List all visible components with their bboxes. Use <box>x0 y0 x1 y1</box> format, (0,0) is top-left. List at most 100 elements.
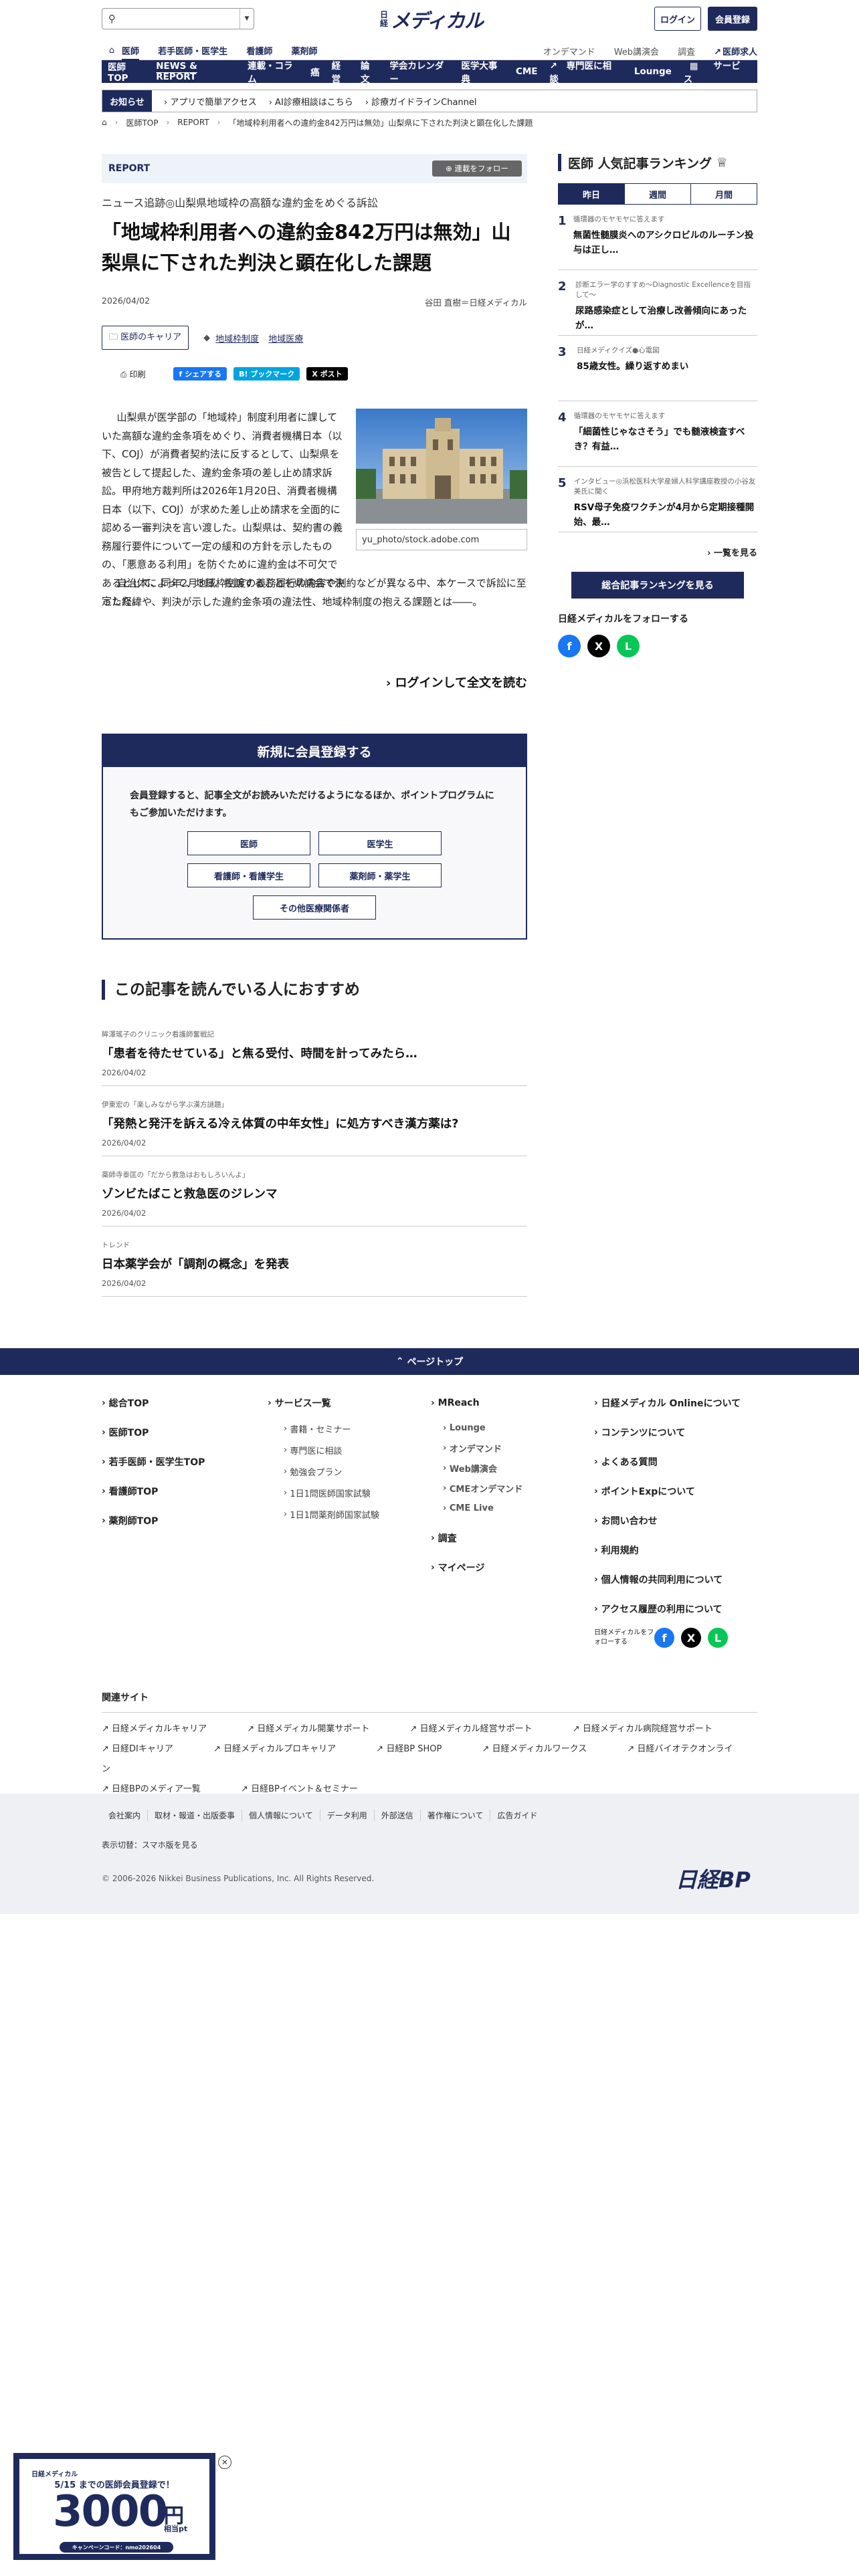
footer-link[interactable]: › 利用規約 <box>594 1535 741 1565</box>
list-item[interactable]: 眸澤瑤子のクリニック看護師奮戦記 「患者を待たせている」と焦る受付、時間を計って… <box>102 1016 527 1086</box>
bottom-link[interactable]: 広告ガイド <box>490 1810 544 1821</box>
breadcrumb-report[interactable]: REPORT <box>177 118 209 127</box>
display-switch-link[interactable]: 表示切替：スマホ版を見る <box>102 1839 198 1850</box>
campaign-banner[interactable]: 日経メディカル 5/15 までの医師会員登録で！ 3000 円 相当pt キャン… <box>13 2453 215 2560</box>
footer-link[interactable]: › お問い合わせ <box>594 1506 741 1535</box>
close-icon[interactable]: ✕ <box>218 2456 231 2469</box>
bottom-link[interactable]: 著作権について <box>419 1810 490 1821</box>
nav2-papers[interactable]: 論文 <box>355 58 383 85</box>
nav-doctor[interactable]: 医師 <box>122 47 140 61</box>
footer-link[interactable]: › MReach <box>431 1388 522 1418</box>
x-post-button[interactable]: X ポスト <box>306 367 348 381</box>
x-icon[interactable]: X <box>681 1628 701 1648</box>
line-icon[interactable]: L <box>617 635 640 657</box>
nav-pharmacist[interactable]: 薬剤師 <box>291 47 317 57</box>
nav-young-doctor[interactable]: 若手医師・医学生 <box>158 47 227 57</box>
search-input[interactable] <box>121 9 240 28</box>
related-link[interactable]: ↗ 日経DIキャリア <box>102 1744 192 1754</box>
related-link[interactable]: ↗ 日経BP SHOP <box>376 1744 460 1754</box>
ranking-item[interactable]: 3 日経メディクイズ●心電図 85歳女性。繰り返すめまい <box>558 336 757 401</box>
footer-link[interactable]: › 薬剤師TOP <box>102 1506 205 1535</box>
ranking-item[interactable]: 5 インタビュー◎浜松医科大学産婦人科学講座教授の小谷友美氏に聞く RSV母子免疫ワ… <box>558 467 757 532</box>
footer-link[interactable]: › 総合TOP <box>102 1388 205 1418</box>
rank-title[interactable]: RSV母子免疫ワクチンが4月から定期接種開始、最… <box>574 500 757 530</box>
search-box[interactable]: ⚲ ▼ <box>102 8 254 29</box>
list-item[interactable]: 薬師寺泰匡の「だから救急はおもしろいんよ」 ゾンビたばこと救急医のジレンマ 20… <box>102 1156 527 1226</box>
breadcrumb-doctor-top[interactable]: 医師TOP <box>126 117 158 128</box>
site-logo[interactable]: 日経 メディカル <box>377 5 484 33</box>
x-icon[interactable]: X <box>587 635 610 657</box>
ranking-item[interactable]: 4 循環器のモヤモヤに答えます 「細菌性じゃなさそう」でも髄液検査すべき？有益… <box>558 401 757 467</box>
tag-link[interactable]: 地域枠制度 <box>215 332 259 344</box>
tab-weekly[interactable]: 週間 <box>624 184 690 204</box>
footer-link[interactable]: › 日経メディカル Onlineについて <box>594 1388 741 1418</box>
list-item[interactable]: 伊東宏の「楽しみながら学ぶ漢方謎題」 「発熱と発汗を訴える冷え体質の中年女性」に… <box>102 1086 527 1156</box>
pagetop-button[interactable]: ⌃ ページトップ <box>0 1348 859 1375</box>
tab-yesterday[interactable]: 昨日 <box>559 184 624 204</box>
footer-sublink[interactable]: › 勉強会プラン <box>268 1461 379 1482</box>
nav-job[interactable]: ↗ 医師求人 <box>714 45 757 58</box>
facebook-icon[interactable]: f <box>558 635 581 657</box>
nav-survey[interactable]: 調査 <box>678 45 695 58</box>
footer-link[interactable]: › 若手医師・医学生TOP <box>102 1447 205 1477</box>
list-item[interactable]: トレンド 日本薬学会が「調剤の概念」を発表 2026/04/02 <box>102 1226 527 1297</box>
bottom-link[interactable]: 取材・報道・出版委事 <box>147 1810 242 1821</box>
register-pharmacist-button[interactable]: 薬剤師・薬学生 <box>318 863 442 887</box>
notice-ai[interactable]: › AI診療相談はこちら <box>269 95 353 108</box>
related-link[interactable]: ↗ 日経メディカルキャリア <box>102 1724 225 1734</box>
register-nurse-button[interactable]: 看護師・看護学生 <box>187 863 310 887</box>
register-medstudent-button[interactable]: 医学生 <box>318 831 442 855</box>
ranking-item[interactable]: 2 診断エラー学のすすめ〜Diagnostic Excellenceを目指して〜尿… <box>558 270 757 336</box>
footer-link[interactable]: › 看護師TOP <box>102 1477 205 1506</box>
footer-sublink[interactable]: › 専門医に相談 <box>268 1439 379 1461</box>
related-link[interactable]: ↗ 日経メディカル開業サポート <box>247 1724 388 1734</box>
search-icon[interactable]: ⚲ <box>102 13 122 25</box>
footer-sublink[interactable]: › Web講演会 <box>431 1458 522 1478</box>
home-icon[interactable]: ⌂ <box>102 118 107 127</box>
register-doctor-button[interactable]: 医師 <box>187 831 310 855</box>
nav2-lounge[interactable]: Lounge <box>628 66 678 77</box>
related-link[interactable]: ↗ 日経メディカル経営サポート <box>410 1724 551 1734</box>
rank-title[interactable]: 「細菌性じゃなさそう」でも髄液検査すべき？有益… <box>574 425 757 454</box>
home-icon[interactable]: ⌂ <box>102 45 122 56</box>
facebook-icon[interactable]: f <box>654 1628 674 1648</box>
nav2-management[interactable]: 経営 <box>326 58 355 85</box>
nav2-doctor-top[interactable]: 医師TOP <box>102 60 150 84</box>
nav2-cancer[interactable]: 癌 <box>304 65 326 78</box>
ranking-item[interactable]: 1 循環器のモヤモヤに答えます 無菌性髄膜炎へのアシクロビルのルーチン投与は正し… <box>558 205 757 270</box>
follow-series-button[interactable]: ⊕ 連載をフォロー <box>432 160 522 177</box>
related-link[interactable]: ↗ 日経メディカルワークス <box>482 1744 605 1754</box>
register-button[interactable]: 会員登録 <box>708 7 757 31</box>
footer-sublink[interactable]: › Lounge <box>431 1418 522 1438</box>
related-link[interactable]: ↗ 日経メディカルプロキャリア <box>213 1744 355 1754</box>
readmore-link[interactable]: › ログインして全文を読む <box>102 673 527 691</box>
footer-sublink[interactable]: › CME Live <box>431 1498 522 1518</box>
nikkei-bp-logo[interactable]: 日経BP <box>676 1863 751 1894</box>
nav-nurse[interactable]: 看護師 <box>246 47 272 57</box>
bottom-link[interactable]: 外部送信 <box>373 1810 420 1821</box>
rank-title[interactable]: 85歳女性。繰り返すめまい <box>577 359 688 374</box>
register-other-button[interactable]: その他医療関係者 <box>253 895 376 920</box>
nav2-consult[interactable]: ↗ 専門医に相談 <box>544 58 628 85</box>
footer-link[interactable]: › マイページ <box>431 1553 522 1582</box>
related-link[interactable]: ↗ 日経メディカル病院経営サポート <box>573 1724 731 1734</box>
footer-link[interactable]: › ポイントExpについて <box>594 1477 741 1506</box>
footer-sublink[interactable]: › 1日1問医師国家試験 <box>268 1482 379 1503</box>
footer-sublink[interactable]: › オンデマンド <box>431 1438 522 1458</box>
item-title[interactable]: ゾンビたばこと救急医のジレンマ <box>102 1185 527 1202</box>
hatena-bookmark-button[interactable]: B! ブックマーク <box>233 367 300 381</box>
nav-ondemand[interactable]: オンデマンド <box>543 45 595 58</box>
notice-app[interactable]: › アプリで簡単アクセス <box>164 95 257 108</box>
nav2-calendar[interactable]: 学会カレンダー <box>383 58 455 85</box>
footer-link[interactable]: › サービス一覧 <box>268 1388 379 1418</box>
footer-link[interactable]: › よくある質問 <box>594 1447 741 1477</box>
nav2-series[interactable]: 連載・コラム <box>242 58 304 85</box>
rank-title[interactable]: 無菌性髄膜炎へのアシクロビルのルーチン投与は正し… <box>573 228 757 257</box>
print-button[interactable]: ⎙ 印刷 <box>120 368 145 380</box>
nav2-dictionary[interactable]: 医学大事典 <box>455 58 510 85</box>
rank-title[interactable]: 尿路感染症として治療し改善傾向にあったが… <box>575 304 757 333</box>
item-title[interactable]: 「発熱と発汗を訴える冷え体質の中年女性」に処方すべき漢方薬は? <box>102 1115 527 1132</box>
related-link[interactable]: ↗ 日経BPのメディア一覧 <box>102 1784 219 1794</box>
related-link[interactable]: ↗ 日経BPイベント＆セミナー <box>241 1784 377 1794</box>
footer-link[interactable]: › アクセス履歴の利用について <box>594 1594 741 1624</box>
